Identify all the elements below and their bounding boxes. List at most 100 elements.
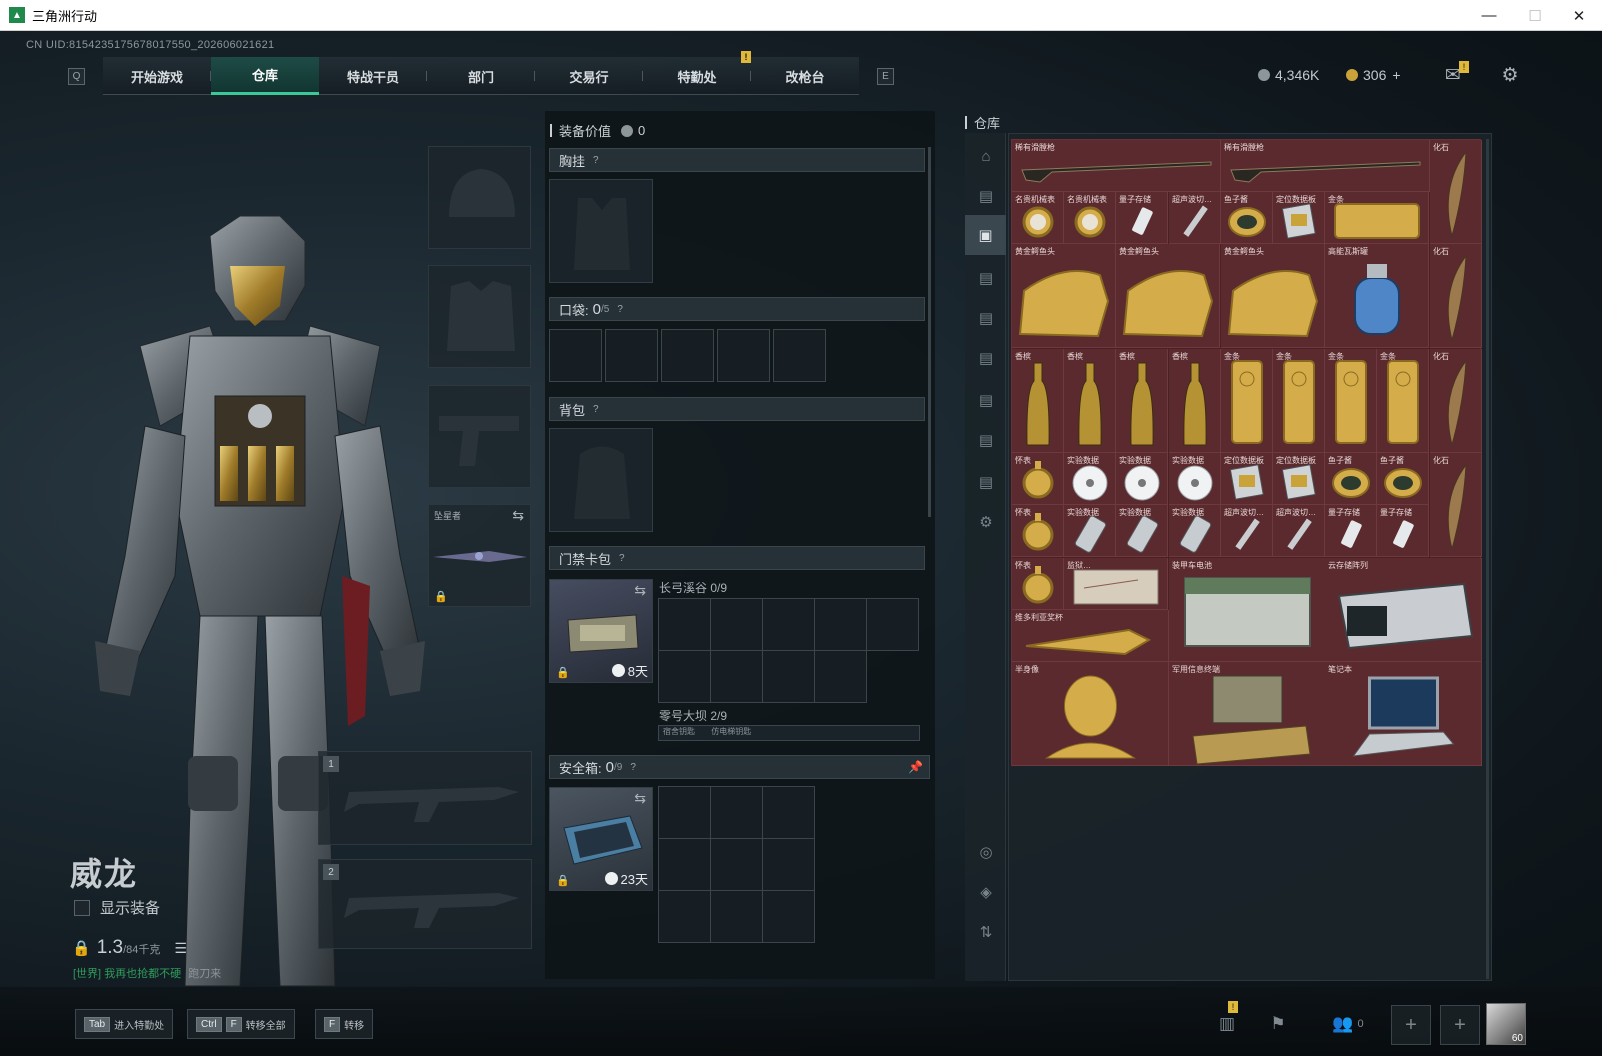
invite-slot-button[interactable]: + <box>1440 1005 1480 1045</box>
transfer-hint[interactable]: F 转移 <box>315 1009 374 1039</box>
stash-item-goldbar-h[interactable]: 金条 <box>1325 192 1429 244</box>
swap-icon[interactable]: ⇆ <box>634 790 646 807</box>
sort-icon[interactable]: ⇅ <box>973 919 999 945</box>
stash-item-bottle[interactable]: 香槟 <box>1064 349 1116 453</box>
stash-item-croc[interactable]: 黄金鳄鱼头 <box>1012 244 1116 348</box>
stash-item-vial[interactable]: 实验数据 <box>1169 505 1221 557</box>
panel-scrollbar[interactable] <box>928 147 931 517</box>
stash-page-icon[interactable]: ▤ <box>973 427 999 453</box>
primary-weapon-slot[interactable]: 1 <box>318 751 532 845</box>
stash-item-battery[interactable]: 装甲车电池 <box>1169 558 1326 662</box>
stash-item-goldbar-v[interactable]: 金条 <box>1273 349 1325 453</box>
show-equipment-checkbox[interactable] <box>74 899 90 916</box>
swap-icon[interactable]: ⇆ <box>512 507 524 524</box>
stash-item-pocketwatch[interactable]: 怀表 <box>1012 505 1064 557</box>
stash-item-caviar[interactable]: 鱼子酱 <box>1325 453 1377 505</box>
stash-page-icon[interactable]: ▤ <box>973 345 999 371</box>
stash-item-vial[interactable]: 实验数据 <box>1064 505 1116 557</box>
nav-next-key[interactable]: E <box>877 67 894 85</box>
stash-page-icon[interactable]: ▤ <box>973 387 999 413</box>
add-premium-button[interactable]: + <box>1392 67 1400 83</box>
stash-item-usb[interactable]: 量子存储 <box>1116 192 1168 244</box>
tab-trading[interactable]: 交易行 <box>535 57 643 95</box>
stash-item-goldbar-v[interactable]: 金条 <box>1377 349 1429 453</box>
stash-item-goldbar-v[interactable]: 金条 <box>1325 349 1377 453</box>
keycard-case[interactable]: ⇆ 🔒 8天 <box>549 579 653 683</box>
safe-box-case[interactable]: ⇆ 🔒 23天 <box>549 787 653 891</box>
chest-rig-slot[interactable] <box>549 179 653 283</box>
swap-icon[interactable]: ⇆ <box>634 582 646 599</box>
tab-special-ops[interactable]: 特勤处! <box>643 51 751 95</box>
helmet-slot[interactable] <box>428 146 531 249</box>
stash-item-device[interactable]: 定位数据板 <box>1273 192 1325 244</box>
stash-item-bottle[interactable]: 香槟 <box>1169 349 1221 453</box>
stash-item-gas[interactable]: 高能瓦斯罐 <box>1325 244 1429 348</box>
stash-item-musket[interactable]: 稀有滑膛枪 <box>1012 140 1221 192</box>
stash-item-pen[interactable]: 超声波切… <box>1273 505 1325 557</box>
stash-item-disc[interactable]: 实验数据 <box>1169 453 1221 505</box>
stash-item-terminal[interactable]: 军用信息终端 <box>1169 662 1326 766</box>
stash-item-bust[interactable]: 半身像 <box>1012 662 1169 766</box>
stash-item-caviar[interactable]: 鱼子酱 <box>1221 192 1273 244</box>
minimize-button[interactable]: — <box>1466 0 1512 31</box>
stash-item-goldbar-v[interactable]: 金条 <box>1221 349 1273 453</box>
stash-page-icon[interactable]: ▣ <box>965 215 1006 255</box>
tab-department[interactable]: 部门 <box>427 57 535 95</box>
stash-item-laptop[interactable]: 笔记本 <box>1325 662 1482 766</box>
stash-item-croc[interactable]: 黄金鳄鱼头 <box>1221 244 1325 348</box>
stash-item-vial[interactable]: 实验数据 <box>1116 505 1168 557</box>
stash-item-usb[interactable]: 量子存储 <box>1325 505 1377 557</box>
stash-item-map[interactable]: 监狱… <box>1064 558 1168 610</box>
stash-item-croc[interactable]: 黄金鳄鱼头 <box>1116 244 1220 348</box>
stash-item-watch[interactable]: 名贵机械表 <box>1012 192 1064 244</box>
invite-slot-button[interactable]: + <box>1391 1005 1431 1045</box>
armor-slot[interactable] <box>428 265 531 368</box>
stash-item-trophy[interactable]: 维多利亚奖杯 <box>1012 610 1169 662</box>
all-items-icon[interactable]: ⌂ <box>973 143 999 169</box>
friends-icon[interactable]: 👥 0 <box>1323 1009 1373 1039</box>
maximize-button[interactable]: ☐ <box>1512 0 1558 31</box>
backpack-slot[interactable] <box>549 428 653 532</box>
player-avatar[interactable]: 60 <box>1486 1003 1526 1045</box>
tab-gunsmith[interactable]: 改枪台 <box>751 57 859 95</box>
stash-item-disc[interactable]: 实验数据 <box>1116 453 1168 505</box>
stash-item-bottle[interactable]: 香槟 <box>1116 349 1168 453</box>
pocket-slot[interactable] <box>549 329 602 382</box>
stash-item-pen[interactable]: 超声波切… <box>1169 192 1221 244</box>
stash-item-device[interactable]: 定位数据板 <box>1221 453 1273 505</box>
stash-item-pocketwatch[interactable]: 怀表 <box>1012 453 1064 505</box>
stash-item-musket[interactable]: 稀有滑膛枪 <box>1221 140 1430 192</box>
operator-icon[interactable]: ◎ <box>973 839 999 865</box>
world-chat[interactable]: [世界] 我再也抢都不硬 跑刀来 <box>73 965 221 981</box>
stash-item-server[interactable]: 云存储阵列 <box>1325 558 1482 662</box>
help-icon[interactable]: ? <box>593 404 599 415</box>
stash-page-icon[interactable]: ▤ <box>973 469 999 495</box>
tab-start-game[interactable]: 开始游戏 <box>103 57 211 95</box>
nav-prev-key[interactable]: Q <box>68 67 85 85</box>
stash-item-fossil[interactable]: 化石 <box>1430 453 1482 557</box>
help-icon[interactable]: ? <box>593 155 599 166</box>
stash-page-icon[interactable]: ▤ <box>973 305 999 331</box>
stash-item-fossil[interactable]: 化石 <box>1430 244 1482 348</box>
flag-icon[interactable]: ⚑ <box>1263 1009 1293 1039</box>
stash-item-usb[interactable]: 量子存储 <box>1377 505 1429 557</box>
list-icon[interactable]: ☰ <box>174 940 187 957</box>
mail-icon[interactable]: ✉! <box>1441 61 1469 87</box>
layers-icon[interactable]: ◈ <box>973 879 999 905</box>
secondary-weapon-slot[interactable]: 2 <box>318 859 532 949</box>
stash-item-fossil[interactable]: 化石 <box>1430 349 1482 453</box>
stash-item-bottle[interactable]: 香槟 <box>1012 349 1064 453</box>
pocket-slot[interactable] <box>773 329 826 382</box>
stash-item-fossil[interactable]: 化石 <box>1430 140 1482 244</box>
tab-operators[interactable]: 特战干员 <box>319 57 427 95</box>
help-icon[interactable]: ? <box>619 553 625 564</box>
stash-page-icon[interactable]: ▤ <box>973 183 999 209</box>
settings-gear-icon[interactable]: ⚙ <box>1498 63 1522 87</box>
tab-warehouse[interactable]: 仓库 <box>211 57 319 95</box>
stash-settings-icon[interactable]: ⚙ <box>973 509 999 535</box>
transfer-all-hint[interactable]: Ctrl F 转移全部 <box>187 1009 295 1039</box>
pin-icon[interactable]: 📌 <box>908 760 923 774</box>
stats-icon[interactable]: ▥! <box>1212 1001 1242 1039</box>
pistol-slot[interactable] <box>428 385 531 488</box>
stash-item-watch[interactable]: 名贵机械表 <box>1064 192 1116 244</box>
